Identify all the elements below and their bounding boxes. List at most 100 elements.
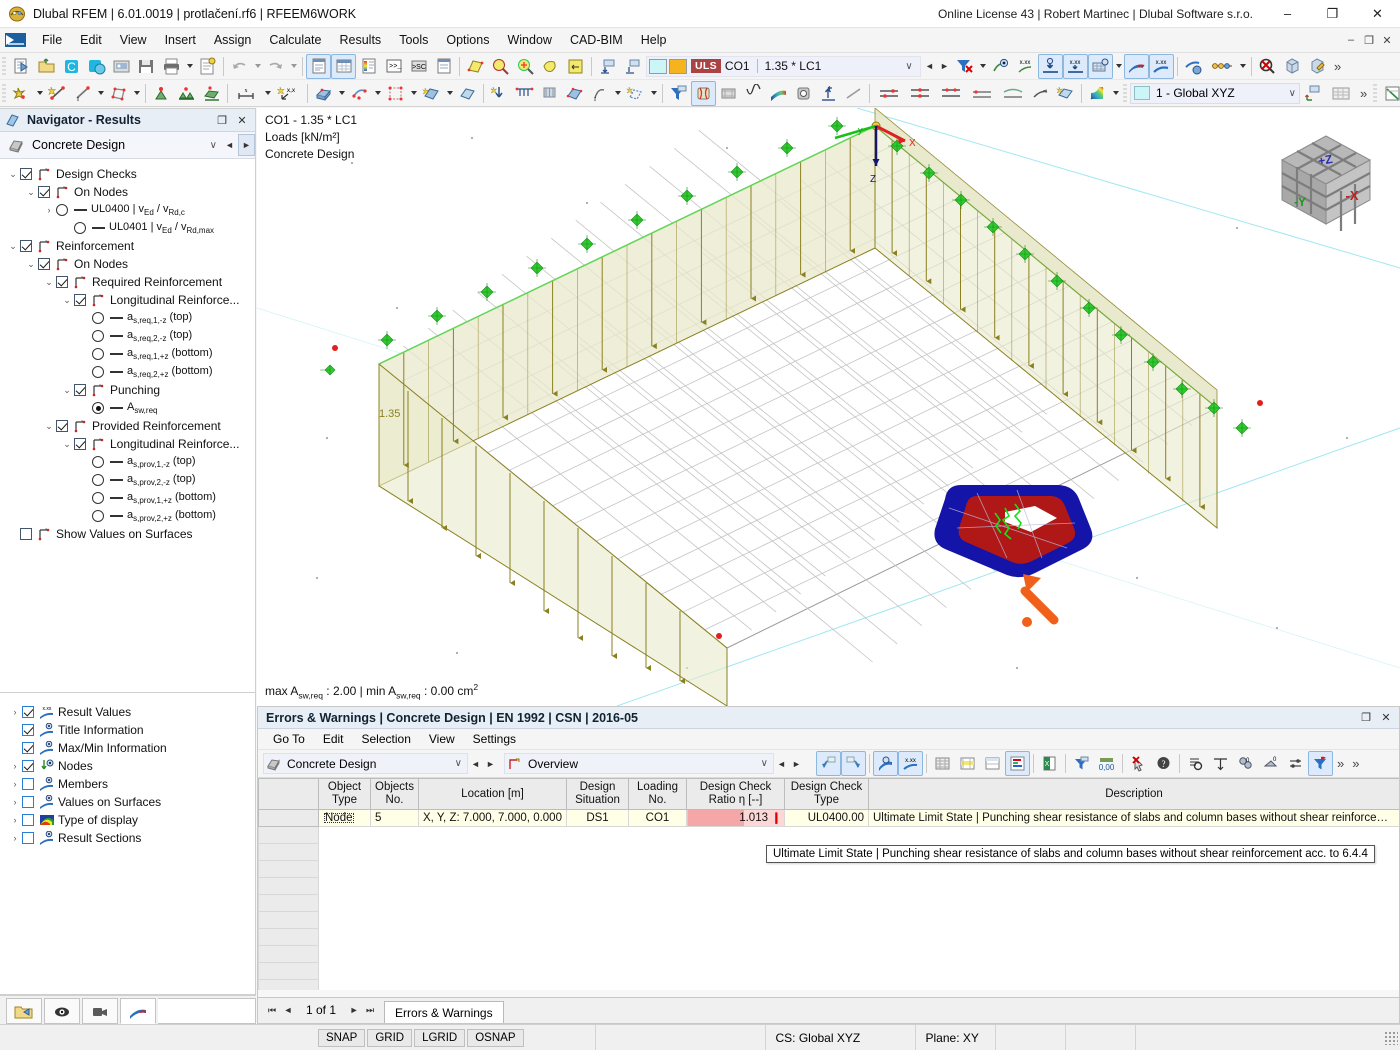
table-bar-chart-icon[interactable]: [1005, 751, 1030, 776]
tree-checkbox[interactable]: [20, 528, 32, 540]
free-load-icon[interactable]: [623, 81, 648, 106]
col-location[interactable]: Location [m]: [418, 778, 567, 810]
tree-twisty-icon[interactable]: [8, 739, 22, 757]
table-toolbar-overflow-1[interactable]: »: [1333, 756, 1348, 771]
cell-loading-no[interactable]: CO1: [628, 809, 687, 827]
result-section-icon[interactable]: [841, 81, 866, 106]
tree-radio[interactable]: [92, 366, 104, 378]
table-view-chevron-down-icon[interactable]: ∨: [756, 758, 773, 769]
lgrid-toggle[interactable]: LGRID: [414, 1028, 466, 1047]
display-tree-item[interactable]: › Values on Surfaces: [0, 793, 255, 811]
console-icon[interactable]: >>_: [381, 54, 406, 79]
result-scale-icon[interactable]: [1206, 54, 1237, 79]
tree-checkbox[interactable]: [22, 814, 34, 826]
cell-design-check-ratio[interactable]: 1.013 ❙: [686, 809, 785, 827]
table-menu-view[interactable]: View: [420, 730, 464, 748]
table-module-next-button[interactable]: ►: [483, 753, 498, 774]
result-lines-3-icon[interactable]: [935, 81, 966, 106]
tree-checkbox[interactable]: [38, 258, 50, 270]
script-icon[interactable]: >SC: [406, 54, 431, 79]
cell-description[interactable]: Ultimate Limit State | Punching shear re…: [868, 809, 1399, 827]
diagram-icon[interactable]: [741, 81, 766, 106]
display-tree-item[interactable]: Title Information: [0, 721, 255, 739]
close-button[interactable]: ✕: [1355, 0, 1400, 28]
menu-results[interactable]: Results: [331, 29, 391, 51]
tree-twisty-icon[interactable]: ⌄: [24, 183, 38, 201]
tree-checkbox[interactable]: [20, 168, 32, 180]
minimize-button[interactable]: –: [1265, 0, 1310, 28]
table-module-chevron-down-icon[interactable]: ∨: [450, 758, 467, 769]
menu-options[interactable]: Options: [437, 29, 498, 51]
surface-support-icon[interactable]: [199, 81, 224, 106]
tree-checkbox[interactable]: [56, 420, 68, 432]
tree-item[interactable]: ⌄ Required Reinforcement: [0, 273, 255, 291]
opening-dropdown-icon[interactable]: [408, 81, 419, 106]
print-icon[interactable]: [159, 54, 184, 79]
tree-checkbox[interactable]: [22, 778, 34, 790]
pager-prev-button[interactable]: ◄: [280, 1005, 296, 1015]
coordinate-label-icon[interactable]: x,x: [273, 81, 304, 106]
tree-twisty-icon[interactable]: ⌄: [60, 291, 74, 309]
tree-checkbox[interactable]: [20, 240, 32, 252]
undo-icon[interactable]: [227, 54, 252, 79]
tree-twisty-icon[interactable]: [78, 471, 92, 489]
load-case-select-icon[interactable]: [620, 54, 645, 79]
tree-checkbox[interactable]: [56, 276, 68, 288]
dimension-dropdown-icon[interactable]: [262, 81, 273, 106]
tree-checkbox[interactable]: [74, 384, 86, 396]
dimension-icon[interactable]: x: [231, 81, 262, 106]
load-case-new-icon[interactable]: [595, 54, 620, 79]
deformation-display-icon[interactable]: [691, 80, 716, 106]
toolbar-grip[interactable]: [1373, 83, 1378, 103]
tree-item[interactable]: as,prov,1,+z (bottom): [0, 489, 255, 507]
tree-twisty-icon[interactable]: ›: [8, 703, 22, 721]
tree-twisty-icon[interactable]: [78, 507, 92, 525]
tree-twisty-icon[interactable]: ›: [8, 793, 22, 811]
node-results-display-icon[interactable]: [1038, 53, 1063, 79]
tree-item[interactable]: as,prov,2,+z (bottom): [0, 507, 255, 525]
tree-item[interactable]: as,prov,2,-z (top): [0, 471, 255, 489]
tree-item[interactable]: ⌄ On Nodes: [0, 255, 255, 273]
tree-radio[interactable]: [92, 312, 104, 324]
view-cube[interactable]: +Z -Y -X: [1262, 120, 1390, 232]
table-view-next-button[interactable]: ►: [789, 753, 804, 774]
table-filter-icon[interactable]: [1069, 751, 1094, 776]
undo-dropdown-icon[interactable]: [252, 54, 263, 79]
tree-twisty-icon[interactable]: ›: [42, 201, 56, 219]
color-spectrum-icon[interactable]: [766, 81, 791, 106]
mdi-restore-button[interactable]: ❐: [1360, 30, 1378, 50]
table-undo-icon[interactable]: [816, 751, 841, 776]
cell-objects-no[interactable]: 5: [370, 809, 419, 827]
display-tree-item[interactable]: › Nodes: [0, 757, 255, 775]
line-support-icon[interactable]: [174, 81, 199, 106]
tree-item[interactable]: ⌄ Provided Reinforcement: [0, 417, 255, 435]
member-load-icon[interactable]: [537, 81, 562, 106]
tree-item[interactable]: ⌄ Reinforcement: [0, 237, 255, 255]
result-lines-4-icon[interactable]: [966, 81, 997, 106]
tree-item[interactable]: ⌄ Longitudinal Reinforce...: [0, 291, 255, 309]
toolbar-grip[interactable]: [2, 56, 6, 76]
results-table[interactable]: Object Type Objects No. Location [m] Desig…: [258, 778, 1399, 990]
tree-checkbox[interactable]: [22, 742, 34, 754]
tree-checkbox[interactable]: [38, 186, 50, 198]
tree-twisty-icon[interactable]: ⌄: [6, 237, 20, 255]
group-rows-icon[interactable]: 0: [1233, 751, 1258, 776]
cs-edit-icon[interactable]: [1300, 81, 1325, 106]
toolbar-grip[interactable]: [1123, 83, 1127, 103]
tree-twisty-icon[interactable]: [8, 721, 22, 739]
col-description[interactable]: Description: [868, 778, 1399, 810]
grid-toggle[interactable]: GRID: [367, 1028, 413, 1047]
table-values-icon[interactable]: x.xx: [898, 751, 923, 776]
tree-twisty-icon[interactable]: ⌄: [60, 435, 74, 453]
new-model-icon[interactable]: [9, 54, 34, 79]
active-filter-icon[interactable]: [1308, 751, 1333, 776]
clear-selection-icon[interactable]: [1126, 751, 1151, 776]
navigator-module-chevron-down-icon[interactable]: ∨: [210, 140, 221, 151]
table-row[interactable]: Node 5 X, Y, Z: 7.000, 7.000, 0.000 DS1 CO1 1…: [258, 809, 1399, 827]
tree-checkbox[interactable]: [22, 760, 34, 772]
snap-toggle[interactable]: SNAP: [318, 1028, 366, 1047]
free-load-dropdown-icon[interactable]: [648, 81, 659, 106]
tree-checkbox[interactable]: [22, 796, 34, 808]
surface-load-icon[interactable]: [562, 81, 587, 106]
new-node-icon[interactable]: [9, 81, 34, 106]
